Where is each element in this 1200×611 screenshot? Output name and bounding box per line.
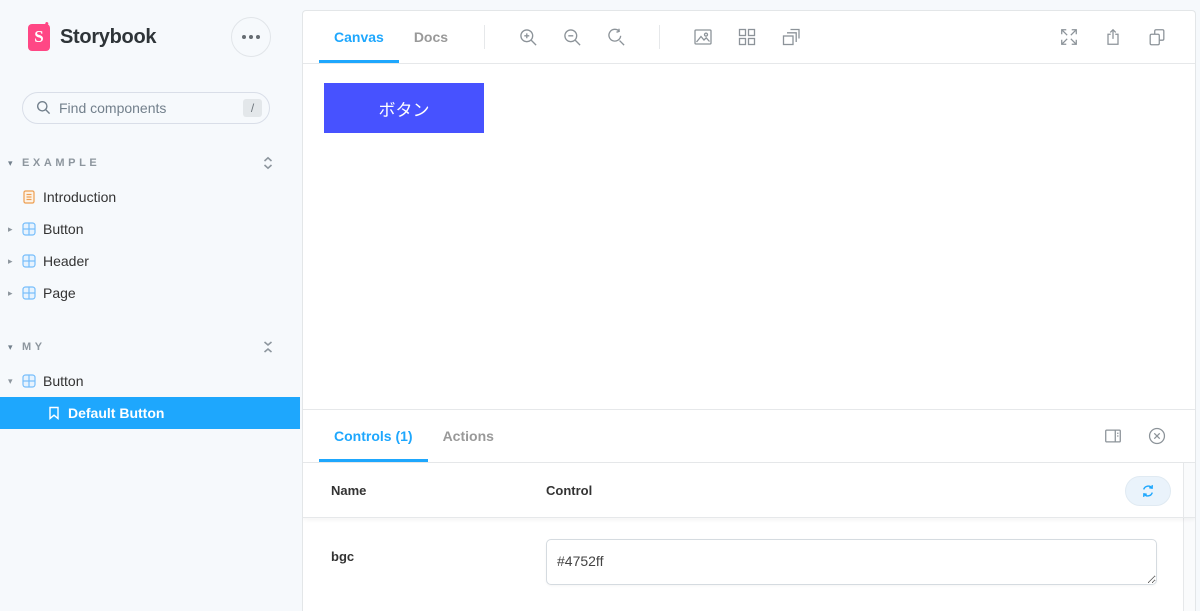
zoom-out-icon[interactable] [550, 11, 594, 63]
item-label: Introduction [43, 189, 117, 205]
sidebar-item-default-button[interactable]: Default Button [0, 397, 300, 429]
grow-viewport-icon[interactable] [769, 11, 813, 63]
collapse-all-icon[interactable] [262, 340, 274, 354]
menu-button[interactable] [231, 17, 271, 57]
my-tree: ▾ Button Default Button [0, 365, 300, 429]
preview-card: Canvas Docs ボタン Controls (1) Actions Nam… [302, 10, 1196, 611]
change-background-icon[interactable] [681, 11, 725, 63]
expand-all-icon[interactable] [262, 156, 274, 170]
addons-tabbar: Controls (1) Actions [303, 410, 1195, 463]
component-icon [22, 222, 36, 236]
document-icon [22, 190, 36, 204]
column-header-control: Control [546, 482, 593, 498]
component-icon [22, 286, 36, 300]
preview-toolbar: Canvas Docs [303, 11, 1195, 64]
caret-right-icon: ▸ [8, 287, 13, 298]
item-label: Header [43, 253, 89, 269]
addons-panel: Controls (1) Actions Name Control bgc #4… [303, 409, 1195, 611]
component-icon [22, 374, 36, 388]
component-icon [22, 254, 36, 268]
zoom-in-icon[interactable] [506, 11, 550, 63]
panel-tools [1091, 410, 1179, 462]
tab-actions[interactable]: Actions [428, 410, 509, 462]
sidebar-item-page[interactable]: ▸ Page [0, 277, 300, 309]
story-canvas: ボタン [303, 64, 1195, 409]
caret-down-icon: ▾ [8, 341, 13, 352]
storybook-logo-icon: S [28, 23, 50, 51]
search-shortcut-badge: / [243, 99, 262, 117]
toolbar-separator [484, 25, 486, 49]
item-label: Default Button [68, 405, 165, 421]
main-area: Canvas Docs ボタン Controls (1) Actions Nam… [300, 0, 1200, 611]
search-box: / [22, 92, 271, 124]
reset-controls-button[interactable] [1125, 476, 1171, 506]
caret-right-icon: ▸ [8, 255, 13, 266]
window-tools [1047, 11, 1179, 63]
example-tree: Introduction ▸ Button ▸ Header ▸ Page [0, 181, 300, 309]
sidebar-item-my-button[interactable]: ▾ Button [0, 365, 300, 397]
logo-letter: S [34, 27, 44, 46]
bookmark-icon [48, 406, 60, 420]
control-name: bgc [331, 549, 355, 564]
caret-right-icon: ▸ [8, 223, 13, 234]
sidebar-header: S Storybook [0, 0, 300, 57]
open-in-new-tab-icon[interactable] [1135, 11, 1179, 63]
caret-down-icon: ▾ [8, 157, 13, 168]
tab-docs[interactable]: Docs [399, 11, 463, 63]
caret-down-icon: ▾ [8, 375, 13, 386]
section-header-my[interactable]: ▾ MY [0, 338, 300, 356]
section-label: EXAMPLE [22, 157, 101, 169]
sidebar-item-header[interactable]: ▸ Header [0, 245, 300, 277]
zoom-reset-icon[interactable] [594, 11, 638, 63]
column-header-name: Name [331, 482, 367, 498]
search-input[interactable] [22, 92, 270, 124]
tab-canvas[interactable]: Canvas [319, 11, 399, 63]
item-label: Page [43, 285, 76, 301]
share-icon[interactable] [1091, 11, 1135, 63]
story-button[interactable]: ボタン [324, 83, 484, 133]
search-icon [36, 100, 51, 115]
tab-controls[interactable]: Controls (1) [319, 410, 428, 462]
section-label: MY [22, 341, 46, 353]
grid-icon[interactable] [725, 11, 769, 63]
controls-panel-body: Name Control bgc #4752ff [303, 463, 1195, 611]
sidebar-item-introduction[interactable]: Introduction [0, 181, 300, 213]
control-row-bgc: bgc #4752ff [303, 518, 1195, 590]
sidebar: S Storybook / ▾ EXAMPLE [0, 0, 300, 611]
close-panel-icon[interactable] [1135, 410, 1179, 462]
section-header-example[interactable]: ▾ EXAMPLE [0, 154, 300, 172]
app-title: Storybook [60, 25, 157, 48]
sidebar-item-button[interactable]: ▸ Button [0, 213, 300, 245]
item-label: Button [43, 373, 84, 389]
change-orientation-icon[interactable] [1091, 410, 1135, 462]
controls-table-header: Name Control [303, 463, 1195, 518]
fullscreen-icon[interactable] [1047, 11, 1091, 63]
toolbar-separator [659, 25, 661, 49]
item-label: Button [43, 221, 84, 237]
bgc-value-input[interactable]: #4752ff [546, 539, 1157, 585]
